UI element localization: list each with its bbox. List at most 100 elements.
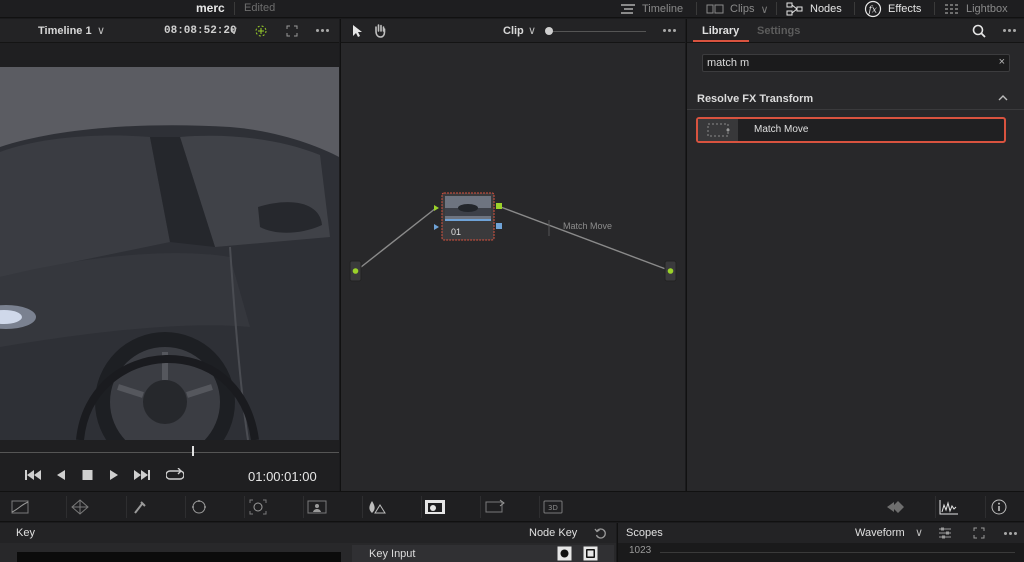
scopes-title: Scopes [626, 527, 663, 539]
fx-icon: fx [864, 0, 882, 18]
scope-gridline [660, 552, 1015, 553]
eyedropper-icon [134, 501, 146, 514]
warper-icon [71, 499, 89, 515]
effect-item-match-move[interactable]: Match Move [696, 117, 1006, 143]
blur-palette-button[interactable] [362, 496, 390, 518]
sizing-icon [485, 499, 505, 513]
page-clips-button[interactable]: Clips ∨ [706, 0, 769, 18]
tab-library[interactable]: Library [702, 25, 739, 37]
curves-palette-button[interactable] [6, 498, 34, 516]
key-invert-icon[interactable] [557, 546, 572, 561]
chevron-down-icon: ∨ [760, 3, 769, 16]
go-to-end-icon[interactable] [133, 469, 151, 481]
search-icon[interactable] [972, 24, 986, 38]
page-lightbox-label: Lightbox [966, 3, 1008, 15]
more-options-icon[interactable] [1004, 532, 1017, 535]
effects-search-input[interactable] [703, 55, 993, 71]
scope-settings-icon[interactable] [938, 527, 952, 539]
keyframe-icon [887, 501, 904, 513]
node-mode-selector[interactable]: Clip [503, 25, 524, 37]
car-image [0, 67, 339, 440]
qualifier-palette-button[interactable] [126, 496, 154, 518]
match-move-thumbnail [698, 119, 738, 141]
chevron-up-icon[interactable] [998, 94, 1008, 102]
waveform-scope: 1023 [617, 543, 1024, 562]
key-icon [425, 500, 445, 514]
key-panel-title: Key [16, 527, 35, 539]
node-connections [349, 192, 677, 282]
more-options-icon[interactable] [663, 29, 676, 32]
scope-scale-max: 1023 [629, 545, 652, 556]
pointer-icon[interactable] [351, 24, 363, 38]
info-icon [991, 499, 1007, 515]
chevron-down-icon[interactable]: ∨ [230, 24, 238, 37]
key-palette-button[interactable] [421, 496, 449, 518]
category-header[interactable]: Resolve FX Transform [687, 88, 1024, 110]
chevron-down-icon[interactable]: ∨ [915, 526, 923, 539]
expand-icon[interactable] [973, 527, 985, 539]
timeline-selector[interactable]: Timeline 1 [38, 25, 92, 37]
keyframes-palette-button[interactable] [883, 498, 911, 516]
key-panel-body: Key Input [0, 543, 616, 562]
reset-icon[interactable] [594, 527, 607, 540]
3d-icon: 3D [543, 500, 563, 514]
info-palette-button[interactable] [985, 496, 1013, 518]
chevron-down-icon[interactable]: ∨ [528, 24, 536, 37]
lightbox-icon [945, 4, 958, 14]
reverse-play-icon[interactable] [56, 469, 66, 481]
clear-search-icon[interactable]: × [999, 56, 1005, 68]
tab-settings[interactable]: Settings [757, 25, 800, 37]
stop-icon[interactable] [82, 469, 93, 481]
effects-library: × Resolve FX Transform Match Move [686, 43, 1024, 491]
warper-palette-button[interactable] [66, 496, 94, 518]
fullscreen-icon[interactable] [286, 25, 298, 37]
project-name: merc [196, 1, 225, 15]
key-mask-icon[interactable] [583, 546, 598, 561]
magic-mask-palette-button[interactable] [303, 496, 331, 518]
page-nodes-label: Nodes [810, 3, 842, 15]
scrub-bar[interactable] [0, 440, 339, 460]
playhead[interactable] [192, 446, 194, 456]
more-options-icon[interactable] [316, 29, 329, 32]
timeline-icon [621, 4, 635, 14]
node-editor-header: Clip ∨ [340, 19, 685, 43]
divider [854, 2, 855, 15]
page-effects-button[interactable]: fx Effects [864, 0, 921, 18]
chevron-down-icon[interactable]: ∨ [97, 24, 105, 37]
hand-icon[interactable] [373, 23, 387, 38]
nodes-icon [786, 2, 803, 16]
viewer-subbar [0, 43, 339, 67]
key-input-label: Key Input [369, 548, 416, 560]
window-palette-button[interactable] [185, 496, 213, 518]
active-tab-underline [693, 40, 749, 42]
divider [934, 2, 935, 15]
play-icon[interactable] [109, 469, 119, 481]
node-effect-label: Match Move [563, 221, 613, 231]
page-timeline-button[interactable]: Timeline [620, 0, 683, 18]
effects-search-field[interactable]: × [702, 54, 1010, 72]
waveform-icon [939, 500, 958, 515]
zoom-slider-handle[interactable] [545, 27, 553, 35]
scope-type-selector[interactable]: Waveform [855, 527, 905, 539]
project-status: Edited [244, 2, 276, 14]
go-to-start-icon[interactable] [24, 469, 42, 481]
3d-palette-button[interactable]: 3D [539, 496, 567, 518]
svg-text:fx: fx [868, 6, 877, 16]
loop-icon[interactable] [166, 468, 184, 482]
scopes-palette-button[interactable] [935, 496, 963, 518]
node-id-label: 01 [451, 227, 462, 237]
viewer-header: Timeline 1 ∨ 08:08:52:20 ∨ [0, 19, 339, 43]
page-nodes-button[interactable]: Nodes [786, 0, 842, 18]
more-options-icon[interactable] [1003, 29, 1016, 32]
zoom-slider-track[interactable] [546, 31, 646, 32]
gallery-grab-icon[interactable] [254, 24, 268, 38]
page-lightbox-button[interactable]: Lightbox [944, 0, 1008, 18]
tracker-palette-button[interactable] [244, 496, 272, 518]
page-effects-label: Effects [888, 3, 922, 15]
top-bar: merc Edited Timeline Clips ∨ Nodes fx Ef… [0, 0, 1024, 18]
current-timecode: 01:00:01:00 [248, 469, 317, 484]
node-graph[interactable]: 01 Match Move [340, 43, 685, 491]
curves-icon [11, 500, 29, 514]
clips-icon [706, 4, 724, 14]
sizing-palette-button[interactable] [480, 496, 508, 518]
